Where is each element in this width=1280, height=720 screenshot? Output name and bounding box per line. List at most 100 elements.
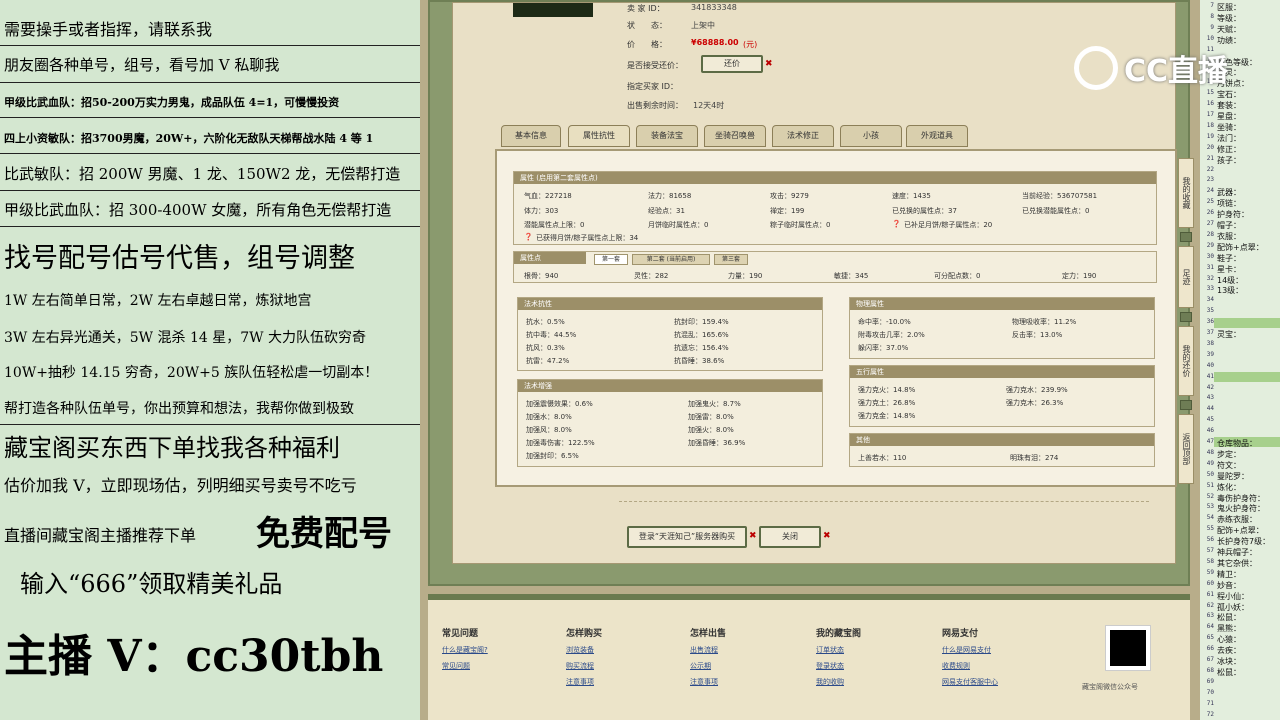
resist-cell: 抗水：0.5% <box>526 318 565 326</box>
points-tab-3[interactable]: 第三套 <box>714 254 748 265</box>
line-number: 41 <box>1206 372 1214 380</box>
line-number: 44 <box>1206 405 1214 413</box>
footer-link[interactable]: 订单状态 <box>816 645 861 655</box>
line-number: 28 <box>1206 230 1214 238</box>
footer-link[interactable]: 常见问题 <box>442 661 488 671</box>
note-line: 步定： <box>1217 449 1241 459</box>
note-line: 护身符： <box>1217 210 1249 220</box>
treasure-pavilion-page: 卖 家 ID： 341833348 状 态： 上架中 价 格： ¥68888.0… <box>420 0 1200 720</box>
overlay-line: 直播间藏宝阁主播推荐下单 <box>4 526 197 545</box>
footer-heading: 常见问题 <box>442 629 479 639</box>
close-icon: ✖ <box>823 531 831 541</box>
line-number: 22 <box>1206 165 1214 173</box>
my-favorites-button[interactable]: 我的收藏 <box>1178 158 1194 228</box>
footer-link[interactable]: 注意事项 <box>566 677 602 687</box>
footer-link[interactable]: 注意事项 <box>690 677 726 687</box>
note-line: 松鼠： <box>1217 613 1241 623</box>
attribute-box: 属性 (启用第二套属性点) 气血：227218 法力：81658 攻击：9279… <box>513 171 1157 245</box>
points-cell: 力量：190 <box>728 272 763 280</box>
back-to-top-button[interactable]: 返回顶部 <box>1178 414 1194 484</box>
footer-link[interactable]: 公示期 <box>690 661 726 671</box>
tab-skills[interactable]: 法术修正 <box>772 125 834 147</box>
close-button[interactable]: 关闭 <box>759 526 821 548</box>
footer-link[interactable]: 什么是网易支付 <box>942 645 998 655</box>
line-number: 45 <box>1206 416 1214 424</box>
footer-link[interactable]: 网易支付客服中心 <box>942 677 998 687</box>
points-tab-2[interactable]: 第二套 (当前启用) <box>632 254 710 265</box>
line-number: 35 <box>1206 307 1214 315</box>
physical-box: 物理属性 命中率：-10.0% 物理吸收率：11.2% 附毒攻击几率：2.0% … <box>849 297 1155 359</box>
line-number: 69 <box>1206 677 1214 685</box>
physical-cell: 物理吸收率：11.2% <box>1012 318 1077 326</box>
footer-link[interactable]: 我的收购 <box>816 677 861 687</box>
tab-appearance[interactable]: 外观道具 <box>906 125 968 147</box>
line-number: 7 <box>1210 2 1214 9</box>
line-number: 16 <box>1206 100 1214 108</box>
line-number: 21 <box>1206 154 1214 162</box>
note-line: 妙音： <box>1217 580 1241 590</box>
overlay-line: 1W 左右简单日常，2W 左右卓越日常，炼狱地宫 <box>4 293 312 309</box>
line-number: 9 <box>1210 23 1214 31</box>
footer-heading: 怎样购买 <box>566 629 603 639</box>
points-box: 属性点 第一套 第二套 (当前启用) 第三套 根骨：940 灵性：282 力量：… <box>513 251 1157 283</box>
line-number: 31 <box>1206 263 1214 271</box>
points-cell: 敏捷：345 <box>834 272 869 280</box>
note-line: 项链： <box>1217 199 1241 209</box>
footprint-button[interactable]: 足迹 <box>1178 246 1194 308</box>
tab-child[interactable]: 小孩 <box>840 125 902 147</box>
close-icon: ✖ <box>765 59 773 69</box>
note-line: 13级： <box>1217 286 1244 296</box>
line-number: 8 <box>1210 12 1214 20</box>
tab-basic-info[interactable]: 基本信息 <box>501 125 561 147</box>
help-icon: ❓ <box>524 233 533 241</box>
character-thumbnail <box>513 3 593 17</box>
footer-link[interactable]: 什么是藏宝阁? <box>442 645 488 655</box>
login-buy-button[interactable]: 登录“天涯知己”服务器购买 <box>627 526 747 548</box>
footer-link[interactable]: 购买流程 <box>566 661 602 671</box>
boost-box-title: 法术增强 <box>518 380 822 392</box>
line-number: 71 <box>1206 699 1214 707</box>
tab-attributes[interactable]: 属性抗性 <box>568 125 630 147</box>
five-elements-cell: 强力克火：14.8% <box>858 386 916 394</box>
resist-cell: 抗昏睡：38.6% <box>674 357 725 365</box>
buyer-id-label: 指定买家 ID： <box>627 82 679 91</box>
qr-caption: 藏宝阁微信公众号 <box>1082 683 1138 691</box>
line-number: 43 <box>1206 394 1214 402</box>
footer-link[interactable]: 登录状态 <box>816 661 861 671</box>
physical-box-title: 物理属性 <box>850 298 1154 310</box>
tab-mounts[interactable]: 坐骑召唤兽 <box>704 125 766 147</box>
line-number: 56 <box>1206 536 1214 544</box>
points-cell: 根骨：940 <box>524 272 559 280</box>
line-number: 17 <box>1206 111 1214 118</box>
tab-equipment[interactable]: 装备法宝 <box>636 125 698 147</box>
price-label: 价 格： <box>627 40 667 49</box>
footer-link[interactable]: 出售流程 <box>690 645 726 655</box>
stream-overlay-panel: 需要操手或者指挥，请联系我 朋友圈各种单号，组号，看号加 V 私聊我 甲级比武血… <box>0 0 420 720</box>
cc-live-logo: CC直播 <box>1124 54 1229 89</box>
attribute-box-title: 属性 (启用第二套属性点) <box>514 172 1156 184</box>
five-elements-cell: 强力克水：239.9% <box>1006 386 1068 394</box>
physical-cell: 反击率：13.0% <box>1012 331 1063 339</box>
line-number: 42 <box>1206 383 1214 391</box>
boost-box: 法术增强 加强震慑效果：0.6% 加强鬼火：8.7% 加强水：8.0% 加强雷：… <box>517 379 823 467</box>
line-number: 49 <box>1206 459 1214 467</box>
other-cell: 明珠有泪：274 <box>1010 454 1059 462</box>
attr-cell: 气血：227218 <box>524 192 572 200</box>
counter-offer-button[interactable]: 还价 <box>701 55 763 73</box>
footer-link[interactable]: 收费规则 <box>942 661 998 671</box>
note-line: 冰块： <box>1217 657 1241 666</box>
my-offers-button[interactable]: 我的还价 <box>1178 326 1194 396</box>
boost-cell: 加强震慑效果：0.6% <box>526 400 593 408</box>
line-number: 23 <box>1206 176 1214 184</box>
line-number: 67 <box>1206 656 1214 663</box>
attr-cell: 月饼临时属性点：0 <box>648 221 709 229</box>
note-line: 曼陀罗： <box>1217 471 1249 481</box>
points-tab-1[interactable]: 第一套 <box>594 254 628 265</box>
footer-link[interactable]: 浏览装备 <box>566 645 602 655</box>
resist-cell: 抗风：0.3% <box>526 344 565 352</box>
attr-cell: 潜能属性点上限：0 <box>524 221 585 229</box>
line-number: 55 <box>1206 525 1214 533</box>
price-value: ¥68888.00 <box>691 38 739 47</box>
note-line: 长护身符7级： <box>1217 537 1271 547</box>
notes-column: 7 8 9 10 11 12 13 14 15 16 17 18 19 20 21 22 23 24 25 26 27 2… <box>1200 0 1280 720</box>
